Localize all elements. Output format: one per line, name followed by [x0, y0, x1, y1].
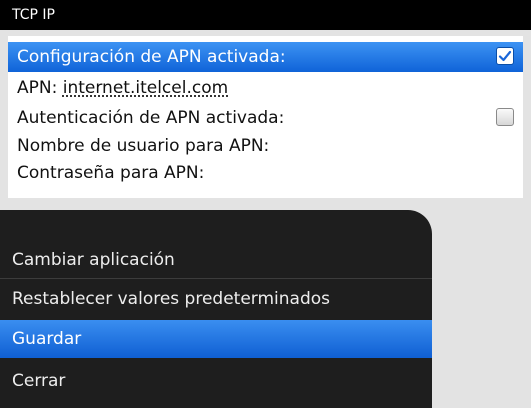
- apn-label: APN:: [17, 78, 58, 98]
- menu-item-close[interactable]: Cerrar: [0, 362, 432, 400]
- menu-item-save[interactable]: Guardar: [0, 320, 432, 358]
- apn-config-label: Configuración de APN activada:: [17, 47, 286, 67]
- apn-value-field[interactable]: internet.itelcel.com: [63, 78, 228, 98]
- title-bar: TCP IP: [0, 0, 531, 30]
- menu-item-switch-app[interactable]: Cambiar aplicación: [0, 241, 432, 279]
- username-row[interactable]: Nombre de usuario para APN:: [8, 133, 523, 160]
- apn-auth-label: Autenticación de APN activada:: [17, 108, 285, 128]
- password-row[interactable]: Contraseña para APN:: [8, 160, 523, 187]
- checkmark-icon: [498, 50, 512, 62]
- apn-auth-checkbox[interactable]: [496, 108, 514, 126]
- apn-config-row[interactable]: Configuración de APN activada:: [8, 42, 523, 72]
- apn-settings-panel: Configuración de APN activada: APN: inte…: [8, 36, 523, 198]
- context-menu: Cambiar aplicación Restablecer valores p…: [0, 210, 432, 408]
- title-text: TCP IP: [12, 7, 55, 23]
- password-label: Contraseña para APN:: [17, 163, 205, 183]
- apn-config-checkbox[interactable]: [496, 47, 514, 65]
- menu-item-reset-defaults[interactable]: Restablecer valores predeterminados: [0, 280, 432, 318]
- apn-row[interactable]: APN: internet.itelcel.com: [8, 73, 523, 103]
- username-label: Nombre de usuario para APN:: [17, 136, 270, 156]
- apn-auth-row[interactable]: Autenticación de APN activada:: [8, 103, 523, 133]
